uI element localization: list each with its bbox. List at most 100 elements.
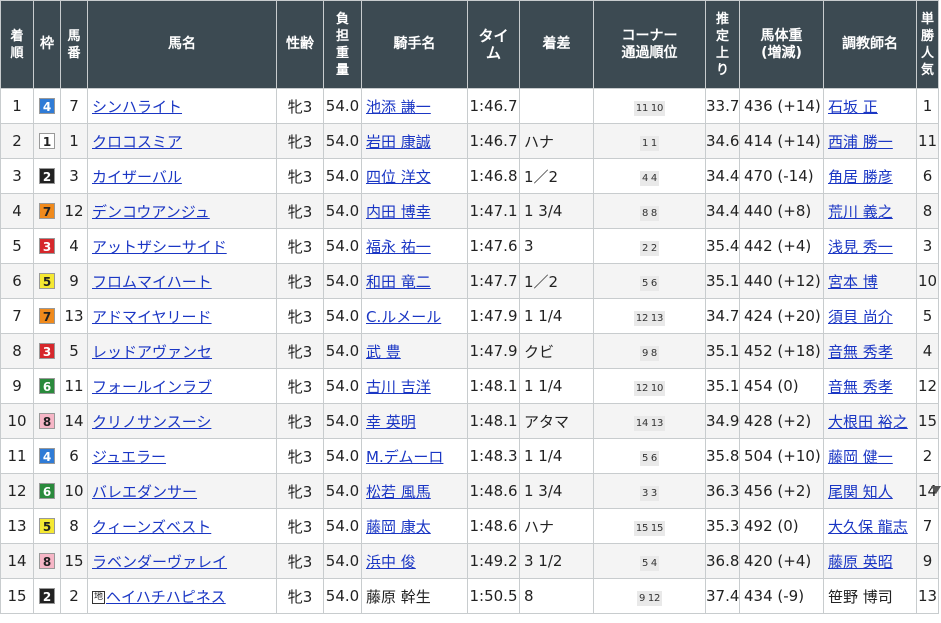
header-umaban[interactable]: 馬番 xyxy=(60,0,88,89)
corner-cell: 1 1 xyxy=(593,123,706,159)
jockey-link[interactable]: 武 豊 xyxy=(366,343,401,361)
waku-badge: 6 xyxy=(39,378,55,394)
trainer-link[interactable]: 宮本 博 xyxy=(828,273,878,291)
waku-cell: 2 xyxy=(33,578,61,614)
trainer-link[interactable]: 須貝 尚介 xyxy=(828,308,893,326)
horse-name-link[interactable]: アドマイヤリード xyxy=(92,308,212,326)
jockey-link[interactable]: 和田 竜二 xyxy=(366,273,431,291)
trainer-link[interactable]: 角居 勝彦 xyxy=(828,168,893,186)
time-cell: 1:48.3 xyxy=(467,438,520,474)
header-popularity[interactable]: 単勝人気 xyxy=(916,0,939,89)
jockey-link[interactable]: 福永 祐一 xyxy=(366,238,431,256)
horse-name-link[interactable]: ヘイハチハピネス xyxy=(106,588,226,606)
horse-name-link[interactable]: フォールインラブ xyxy=(92,378,212,396)
header-trainer[interactable]: 調教師名 xyxy=(823,0,917,89)
waku-badge: 8 xyxy=(39,413,55,429)
last3f-cell: 34.6 xyxy=(705,123,740,159)
corner-cell: 12 10 xyxy=(593,368,706,404)
corner-cell: 9 8 xyxy=(593,333,706,369)
horse-name-link[interactable]: バレエダンサー xyxy=(92,483,197,501)
jockey-link[interactable]: 松若 風馬 xyxy=(366,483,431,501)
time-cell: 1:48.6 xyxy=(467,508,520,544)
jockey-link[interactable]: 藤岡 康太 xyxy=(366,518,431,536)
horse-name-link[interactable]: フロムマイハート xyxy=(92,273,212,291)
jockey-link[interactable]: 内田 博幸 xyxy=(366,203,431,221)
horse-name-link[interactable]: レッドアヴァンセ xyxy=(92,343,212,361)
umaban-cell: 2 xyxy=(60,578,88,614)
horse-name-link[interactable]: クロコスミア xyxy=(92,133,182,151)
horse-name-link[interactable]: カイザーバル xyxy=(92,168,182,186)
sex-age-cell: 牝3 xyxy=(276,193,324,229)
header-jockey[interactable]: 騎手名 xyxy=(361,0,468,89)
last3f-cell: 34.7 xyxy=(705,298,740,334)
horse-name-cell: 地ヘイハチハピネス xyxy=(87,578,277,614)
jockey-link[interactable]: M.デムーロ xyxy=(366,448,443,466)
waku-badge: 5 xyxy=(39,518,55,534)
horse-name-link[interactable]: デンコウアンジュ xyxy=(92,203,210,221)
horse-name-link[interactable]: クィーンズベスト xyxy=(92,518,211,536)
trainer-link[interactable]: 尾関 知人 xyxy=(828,483,893,501)
horse-name-cell: レッドアヴァンセ xyxy=(87,333,277,369)
header-body-weight[interactable]: 馬体重 (増減) xyxy=(739,0,824,89)
waku-cell: 6 xyxy=(33,368,61,404)
horse-name-link[interactable]: ラベンダーヴァレイ xyxy=(92,553,227,571)
header-last3f[interactable]: 推定上り xyxy=(705,0,740,89)
scroll-down-icon[interactable] xyxy=(931,486,941,494)
jockey-link[interactable]: 古川 吉洋 xyxy=(366,378,431,396)
header-weight[interactable]: 負担重量 xyxy=(323,0,362,89)
trainer-cell: 大久保 龍志 xyxy=(823,508,917,544)
table-row: 6 5 9 フロムマイハート 牝3 54.0 和田 竜二 1:47.7 1／2 5 6 35.1 44… xyxy=(0,263,939,299)
time-cell: 1:49.2 xyxy=(467,543,520,579)
jockey-link[interactable]: 幸 英明 xyxy=(366,413,416,431)
weight-cell: 54.0 xyxy=(323,578,362,614)
jockey-cell: 内田 博幸 xyxy=(361,193,468,229)
trainer-link[interactable]: 藤原 英昭 xyxy=(828,553,893,571)
corner-positions: 12 10 xyxy=(633,380,666,396)
jockey-link[interactable]: 岩田 康誠 xyxy=(366,133,431,151)
body-weight-cell: 440 (+8) xyxy=(739,193,824,229)
jockey-cell: M.デムーロ xyxy=(361,438,468,474)
last3f-cell: 34.4 xyxy=(705,193,740,229)
jockey-link[interactable]: 四位 洋文 xyxy=(366,168,431,186)
body-weight-cell: 434 (-9) xyxy=(739,578,824,614)
body-weight-cell: 454 (0) xyxy=(739,368,824,404)
header-margin[interactable]: 着差 xyxy=(519,0,594,89)
trainer-link[interactable]: 音無 秀孝 xyxy=(828,343,893,361)
jockey-link[interactable]: 浜中 俊 xyxy=(366,553,416,571)
waku-cell: 8 xyxy=(33,543,61,579)
race-results-table: 着順 枠 馬番 馬名 性齢 負担重量 騎手名 タイム 着差 コーナー 通過順位 推… xyxy=(0,0,939,614)
trainer-link[interactable]: 大久保 龍志 xyxy=(828,518,908,536)
table-row: 2 1 1 クロコスミア 牝3 54.0 岩田 康誠 1:46.7 ハナ 1 1 34.6 414 (… xyxy=(0,123,939,159)
horse-name-link[interactable]: シンハライト xyxy=(92,98,182,116)
trainer-link[interactable]: 西浦 勝一 xyxy=(828,133,893,151)
waku-badge: 4 xyxy=(39,448,55,464)
jockey-cell: 池添 謙一 xyxy=(361,88,468,124)
jockey-link[interactable]: 池添 謙一 xyxy=(366,98,431,116)
corner-cell: 3 3 xyxy=(593,473,706,509)
trainer-cell: 音無 秀孝 xyxy=(823,368,917,404)
horse-name-link[interactable]: アットザシーサイド xyxy=(92,238,227,256)
horse-name-link[interactable]: ジュエラー xyxy=(92,448,166,466)
umaban-cell: 8 xyxy=(60,508,88,544)
jockey-link[interactable]: C.ルメール xyxy=(366,308,441,326)
header-corner[interactable]: コーナー 通過順位 xyxy=(593,0,706,89)
trainer-link[interactable]: 大根田 裕之 xyxy=(828,413,908,431)
trainer-link[interactable]: 石坂 正 xyxy=(828,98,878,116)
jockey-cell: 幸 英明 xyxy=(361,403,468,439)
header-rank[interactable]: 着順 xyxy=(0,0,34,89)
trainer-link[interactable]: 音無 秀孝 xyxy=(828,378,893,396)
weight-cell: 54.0 xyxy=(323,123,362,159)
trainer-link[interactable]: 浅見 秀一 xyxy=(828,238,893,256)
corner-positions: 11 10 xyxy=(633,100,666,116)
trainer-link[interactable]: 荒川 義之 xyxy=(828,203,893,221)
rank-cell: 14 xyxy=(0,543,34,579)
header-waku[interactable]: 枠 xyxy=(33,0,61,89)
margin-cell: 1 1/4 xyxy=(519,438,594,474)
margin-cell: 8 xyxy=(519,578,594,614)
trainer-link[interactable]: 藤岡 健一 xyxy=(828,448,893,466)
jockey-cell: C.ルメール xyxy=(361,298,468,334)
header-horse-name[interactable]: 馬名 xyxy=(87,0,277,89)
header-sex-age[interactable]: 性齢 xyxy=(276,0,324,89)
horse-name-link[interactable]: クリノサンスーシ xyxy=(92,413,211,431)
header-time[interactable]: タイム xyxy=(467,0,520,89)
